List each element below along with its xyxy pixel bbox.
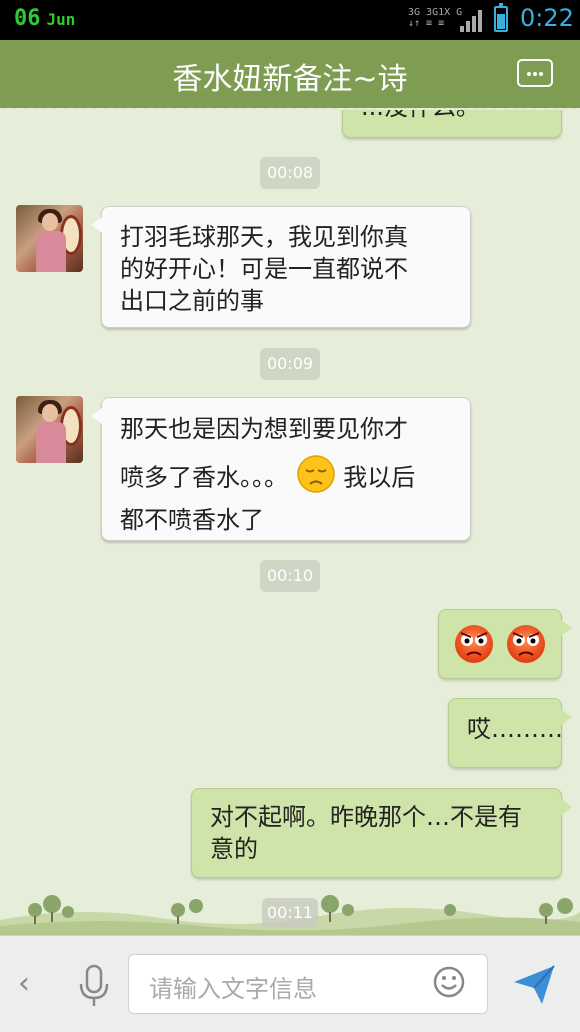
microphone-icon[interactable] bbox=[78, 964, 110, 1008]
input-placeholder: 请输入文字信息 bbox=[149, 975, 317, 1003]
angry-face-emoji bbox=[453, 623, 495, 673]
avatar[interactable] bbox=[16, 205, 83, 272]
message-bubble-outgoing[interactable] bbox=[438, 609, 572, 679]
timestamp: 00:09 bbox=[260, 348, 320, 380]
message-bubble-incoming[interactable]: 打羽毛球那天，我见到你真 的好开心！可是一直都说不 出口之前的事 bbox=[91, 206, 471, 328]
message-bubble-incoming[interactable]: 那天也是因为想到要见你才 喷多了香水。。。 我以后 都不喷香水了 bbox=[91, 397, 471, 541]
more-dots-icon[interactable] bbox=[517, 59, 553, 87]
message-bubble-outgoing[interactable]: 对不起啊。昨晚那个…不是有 意的 bbox=[191, 788, 572, 878]
angry-face-emoji bbox=[505, 623, 547, 673]
message-bubble-outgoing[interactable]: ...没什么。 bbox=[342, 110, 562, 138]
status-date: 06 Jun bbox=[14, 6, 76, 31]
network-indicator: 3G 3G1X G ↓↑ ≡ ≡ bbox=[408, 7, 463, 29]
chat-header: 香水妞新备注~诗 bbox=[0, 40, 580, 108]
avatar[interactable] bbox=[16, 396, 83, 463]
smiley-icon[interactable] bbox=[433, 966, 465, 998]
message-bubble-outgoing[interactable]: 哎……… bbox=[448, 698, 572, 768]
sad-face-emoji bbox=[296, 454, 336, 503]
timestamp: 00:10 bbox=[260, 560, 320, 592]
chevron-left-icon[interactable]: ‹ bbox=[18, 966, 30, 1001]
timestamp: 00:08 bbox=[260, 157, 320, 189]
battery-icon bbox=[494, 3, 508, 32]
status-time: 0:22 bbox=[520, 4, 574, 32]
status-bar: 06 Jun 3G 3G1X G ↓↑ ≡ ≡ 0:22 bbox=[0, 0, 580, 40]
send-arrow-icon[interactable] bbox=[512, 962, 556, 1006]
chat-title: 香水妞新备注~诗 bbox=[172, 62, 408, 97]
timestamp: 00:11 bbox=[262, 898, 318, 928]
signal-bars-icon bbox=[460, 10, 482, 32]
message-list[interactable]: ...没什么。 00:08 打羽毛球那天，我见到你真 的好开心！可是一直都说不 … bbox=[0, 110, 580, 935]
input-bar: ‹ 请输入文字信息 bbox=[0, 935, 580, 1032]
